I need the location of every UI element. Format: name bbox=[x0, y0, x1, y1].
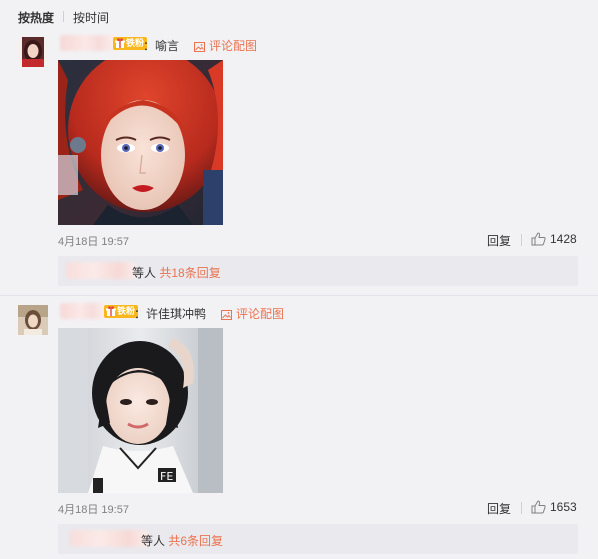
comment-picture-link-label: 评论配图 bbox=[209, 39, 258, 53]
reply-summary: 等人 共18条回复 bbox=[132, 264, 221, 281]
avatar[interactable] bbox=[18, 305, 48, 335]
like-count: 1653 bbox=[550, 500, 577, 514]
gift-icon bbox=[106, 306, 116, 316]
sort-by-time-tab[interactable]: 按时间 bbox=[73, 9, 109, 26]
gift-icon bbox=[115, 38, 125, 48]
comment-picture-link[interactable]: 评论配图 bbox=[221, 305, 284, 322]
sort-by-hot-tab[interactable]: 按热度 bbox=[18, 9, 54, 26]
reply-summary-etc: 等人 bbox=[132, 266, 157, 280]
svg-text:FE: FE bbox=[160, 470, 173, 483]
badge-label: 铁粉 bbox=[117, 306, 136, 316]
picture-icon bbox=[194, 42, 205, 52]
comment-picture-link-label: 评论配图 bbox=[236, 307, 285, 321]
like-button[interactable]: 1653 bbox=[531, 500, 577, 514]
badge-label: 铁粉 bbox=[126, 38, 145, 48]
comment-image[interactable]: FE bbox=[58, 328, 223, 493]
reply-count-link[interactable]: 共18条回复 bbox=[159, 266, 220, 280]
avatar[interactable] bbox=[18, 37, 48, 67]
comment-list-page: 按热度 按时间 铁粉 ：喻言 评论配图 4月18日 19:57 回复 1428 … bbox=[0, 0, 598, 559]
reply-count-link[interactable]: 共6条回复 bbox=[168, 534, 223, 548]
reply-username-blurred bbox=[66, 262, 136, 279]
comment-text: ：许佳琪冲鸭 bbox=[134, 307, 207, 321]
like-button[interactable]: 1428 bbox=[531, 232, 577, 246]
comment-divider bbox=[0, 295, 598, 296]
sort-divider bbox=[63, 11, 64, 22]
reply-button[interactable]: 回复 bbox=[487, 232, 511, 249]
thumbs-up-icon bbox=[531, 500, 546, 514]
reply-preview[interactable]: 等人 共18条回复 bbox=[58, 256, 578, 286]
thumbs-up-icon bbox=[531, 232, 546, 246]
comment-image[interactable] bbox=[58, 60, 223, 225]
reply-summary-etc: 等人 bbox=[141, 534, 166, 548]
comment-timestamp: 4月18日 19:57 bbox=[58, 504, 129, 516]
comment-picture-link[interactable]: 评论配图 bbox=[194, 37, 257, 54]
action-divider bbox=[521, 502, 522, 514]
fan-badge: 铁粉 bbox=[104, 305, 139, 318]
action-divider bbox=[521, 234, 522, 246]
sort-bar: 按热度 按时间 bbox=[0, 0, 598, 30]
reply-summary: 等人 共6条回复 bbox=[141, 532, 223, 549]
picture-icon bbox=[221, 310, 232, 320]
like-count: 1428 bbox=[550, 232, 577, 246]
reply-preview[interactable]: 等人 共6条回复 bbox=[58, 524, 578, 554]
reply-username-blurred bbox=[70, 530, 148, 547]
fan-badge: 铁粉 bbox=[113, 37, 148, 50]
comment-timestamp: 4月18日 19:57 bbox=[58, 236, 129, 248]
comment-text: ：喻言 bbox=[143, 39, 180, 53]
username-blurred[interactable] bbox=[60, 303, 106, 319]
username-blurred[interactable] bbox=[60, 35, 116, 51]
reply-button[interactable]: 回复 bbox=[487, 500, 511, 517]
